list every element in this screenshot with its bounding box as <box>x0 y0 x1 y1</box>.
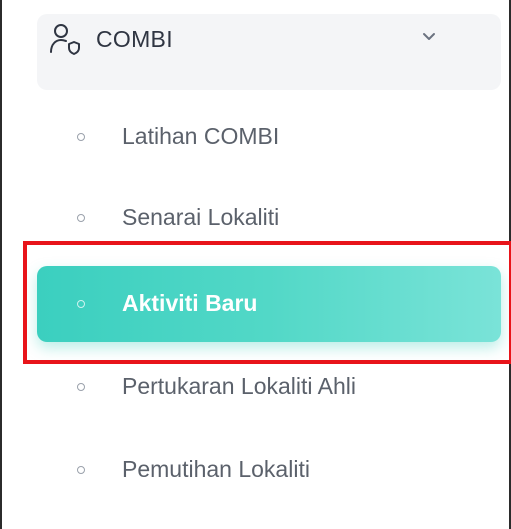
bullet-icon <box>77 466 85 474</box>
menu-item-label: Senarai Lokaliti <box>122 204 280 230</box>
menu-item-aktiviti-baru[interactable]: Aktiviti Baru <box>37 266 501 342</box>
menu-group-label: COMBI <box>96 26 173 52</box>
bullet-icon <box>77 300 85 308</box>
menu-item-label: Latihan COMBI <box>122 123 280 149</box>
menu-item-pemutihan-lokaliti[interactable]: Pemutihan Lokaliti <box>37 432 501 508</box>
sidebar-submenu: COMBI Latihan COMBI Senarai Lokaliti Akt… <box>0 0 511 529</box>
menu-item-latihan-combi[interactable]: Latihan COMBI <box>37 99 501 175</box>
bullet-icon <box>77 383 85 391</box>
menu-item-label: Pemutihan Lokaliti <box>122 456 310 482</box>
menu-item-pertukaran-lokaliti-ahli[interactable]: Pertukaran Lokaliti Ahli <box>37 349 501 425</box>
bullet-icon <box>77 133 85 141</box>
menu-item-senarai-lokaliti[interactable]: Senarai Lokaliti <box>37 180 501 256</box>
menu-item-label: Aktiviti Baru <box>122 290 258 316</box>
chevron-down-icon[interactable] <box>420 30 438 44</box>
bullet-icon <box>77 214 85 222</box>
user-shield-icon <box>50 24 80 55</box>
menu-item-label: Pertukaran Lokaliti Ahli <box>122 373 356 399</box>
